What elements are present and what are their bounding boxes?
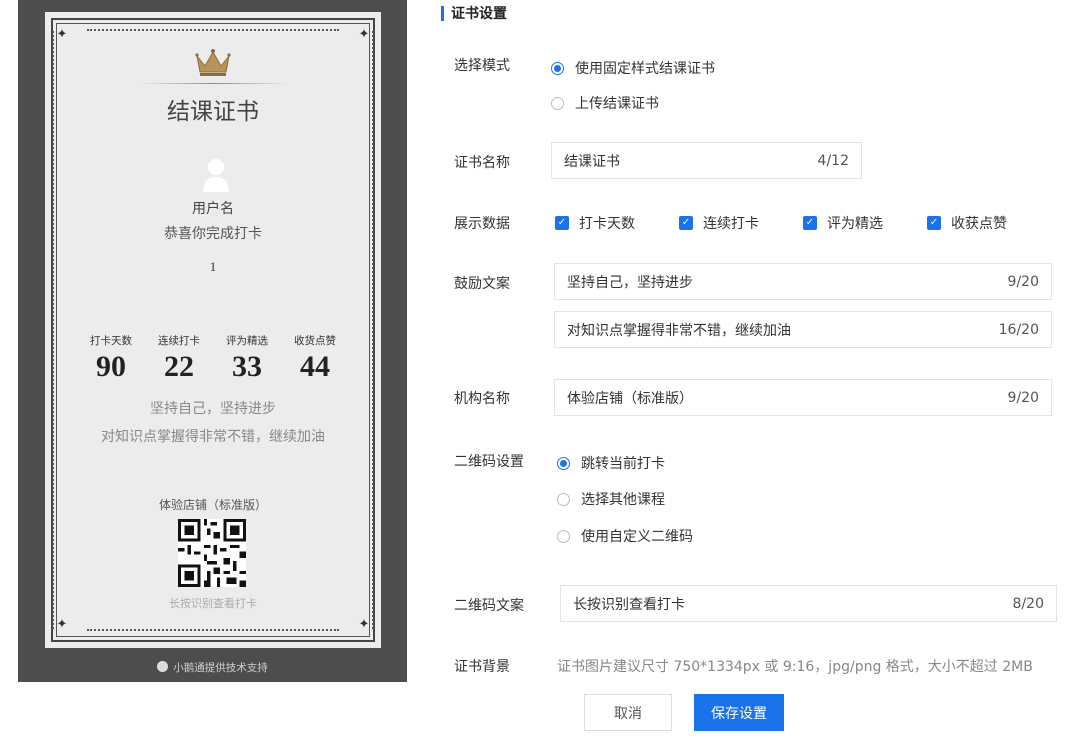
radio-label: 上传结课证书 bbox=[575, 96, 659, 112]
checkbox-featured[interactable]: ✓ 评为精选 bbox=[803, 213, 883, 233]
checkbox-checked-icon: ✓ bbox=[927, 216, 941, 230]
input-value: 结课证书 bbox=[564, 153, 620, 170]
stat-label: 打卡天数 bbox=[90, 335, 132, 347]
stat-value: 44 bbox=[300, 350, 330, 383]
title-divider bbox=[137, 83, 289, 84]
stat-label: 收货点赞 bbox=[294, 335, 336, 347]
qr-text-label: 二维码文案 bbox=[454, 598, 524, 614]
radio-custom-qr[interactable]: 使用自定义二维码 bbox=[557, 526, 693, 546]
radio-label: 跳转当前打卡 bbox=[581, 456, 665, 472]
user-avatar-icon bbox=[203, 159, 229, 192]
star-icon: ✦ bbox=[358, 617, 370, 632]
stat-likes: 收货点赞 44 bbox=[281, 333, 349, 384]
radio-label: 使用固定样式结课证书 bbox=[575, 61, 715, 77]
char-counter: 9/20 bbox=[1007, 389, 1039, 406]
char-counter: 9/20 bbox=[1007, 273, 1039, 290]
radio-selected-icon bbox=[551, 61, 564, 75]
section-title: 证书设置 bbox=[441, 4, 507, 24]
qr-text-input[interactable]: 长按识别查看打卡 8/20 bbox=[560, 585, 1057, 622]
encourage-label: 鼓励文案 bbox=[454, 276, 510, 292]
name-label: 证书名称 bbox=[454, 155, 510, 171]
radio-unselected-icon bbox=[551, 96, 564, 110]
star-icon: ✦ bbox=[56, 617, 68, 632]
qr-label: 二维码设置 bbox=[454, 454, 524, 470]
stats-row: 打卡天数 90 连续打卡 22 评为精选 33 收货点赞 44 bbox=[45, 333, 381, 384]
certificate-paper: ✦ ✦ ✦ ✦ 结课证书 用户名 恭喜你完成打卡 1 打卡天数 90 连续打卡 bbox=[45, 12, 381, 648]
radio-upload[interactable]: 上传结课证书 bbox=[551, 93, 659, 113]
stat-checkin-days: 打卡天数 90 bbox=[77, 333, 145, 384]
input-value: 体验店铺（标准版） bbox=[567, 390, 693, 407]
encourage-input-1[interactable]: 坚持自己，坚持进步 9/20 bbox=[554, 263, 1052, 300]
checkbox-checked-icon: ✓ bbox=[555, 216, 569, 230]
encourage-text-1: 坚持自己，坚持进步 bbox=[150, 401, 276, 417]
checkbox-checked-icon: ✓ bbox=[679, 216, 693, 230]
certificate-title: 结课证书 bbox=[167, 99, 259, 125]
support-text: 小鹅通提供技术支持 bbox=[173, 662, 268, 674]
checkbox-consecutive[interactable]: ✓ 连续打卡 bbox=[679, 213, 759, 233]
qr-code-icon bbox=[178, 519, 246, 587]
char-counter: 4/12 bbox=[817, 152, 849, 169]
checkbox-checkin-days[interactable]: ✓ 打卡天数 bbox=[555, 213, 635, 233]
org-name-input[interactable]: 体验店铺（标准版） 9/20 bbox=[554, 379, 1052, 416]
stat-value: 22 bbox=[164, 350, 194, 383]
crown-icon bbox=[195, 49, 231, 76]
background-label: 证书背景 bbox=[454, 659, 510, 675]
checkin-count: 1 bbox=[209, 259, 217, 274]
encourage-text-2: 对知识点掌握得非常不错，继续加油 bbox=[101, 429, 325, 445]
radio-fixed-style[interactable]: 使用固定样式结课证书 bbox=[551, 58, 715, 78]
stat-label: 评为精选 bbox=[226, 335, 268, 347]
background-hint: 证书图片建议尺寸 750*1334px 或 9:16，jpg/png 格式，大小… bbox=[557, 659, 1033, 675]
radio-selected-icon bbox=[557, 456, 570, 470]
mode-label: 选择模式 bbox=[454, 58, 510, 74]
input-value: 长按识别查看打卡 bbox=[573, 596, 685, 613]
stat-value: 33 bbox=[232, 350, 262, 383]
star-icon: ✦ bbox=[358, 27, 370, 42]
qr-caption: 长按识别查看打卡 bbox=[169, 597, 257, 610]
radio-label: 使用自定义二维码 bbox=[581, 529, 693, 545]
input-value: 坚持自己，坚持进步 bbox=[567, 274, 693, 291]
stat-consecutive: 连续打卡 22 bbox=[145, 333, 213, 384]
char-counter: 8/20 bbox=[1012, 595, 1044, 612]
display-label: 展示数据 bbox=[454, 216, 510, 232]
org-label: 机构名称 bbox=[454, 391, 510, 407]
radio-unselected-icon bbox=[557, 492, 570, 506]
encourage-input-2[interactable]: 对知识点掌握得非常不错，继续加油 16/20 bbox=[554, 311, 1052, 348]
radio-current-checkin[interactable]: 跳转当前打卡 bbox=[557, 453, 665, 473]
congrats-text: 恭喜你完成打卡 bbox=[164, 226, 262, 242]
certificate-name-input[interactable]: 结课证书 4/12 bbox=[551, 142, 862, 179]
checkbox-label: 连续打卡 bbox=[703, 216, 759, 232]
radio-other-course[interactable]: 选择其他课程 bbox=[557, 489, 665, 509]
checkbox-checked-icon: ✓ bbox=[803, 216, 817, 230]
stat-value: 90 bbox=[96, 350, 126, 383]
input-value: 对知识点掌握得非常不错，继续加油 bbox=[567, 322, 791, 339]
char-counter: 16/20 bbox=[998, 321, 1039, 338]
radio-unselected-icon bbox=[557, 529, 570, 543]
username: 用户名 bbox=[192, 201, 234, 217]
checkbox-label: 评为精选 bbox=[827, 216, 883, 232]
save-button[interactable]: 保存设置 bbox=[694, 694, 784, 731]
checkbox-label: 收获点赞 bbox=[951, 216, 1007, 232]
radio-label: 选择其他课程 bbox=[581, 492, 665, 508]
certificate-preview: ✦ ✦ ✦ ✦ 结课证书 用户名 恭喜你完成打卡 1 打卡天数 90 连续打卡 bbox=[18, 0, 407, 682]
checkbox-label: 打卡天数 bbox=[579, 216, 635, 232]
stat-featured: 评为精选 33 bbox=[213, 333, 281, 384]
cancel-button[interactable]: 取消 bbox=[584, 694, 672, 731]
star-icon: ✦ bbox=[56, 27, 68, 42]
tech-support-footer: 小鹅通提供技术支持 bbox=[18, 660, 407, 675]
org-name: 体验店铺（标准版） bbox=[158, 498, 267, 512]
stat-label: 连续打卡 bbox=[158, 335, 200, 347]
checkbox-likes[interactable]: ✓ 收获点赞 bbox=[927, 213, 1007, 233]
brand-logo-icon bbox=[157, 661, 169, 672]
